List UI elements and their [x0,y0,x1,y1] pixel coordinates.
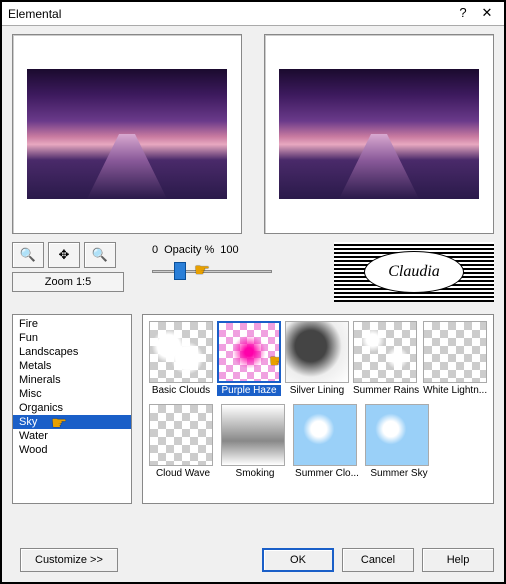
window-title: Elemental [8,7,450,21]
cancel-button[interactable]: Cancel [342,548,414,572]
ok-button[interactable]: OK [262,548,334,572]
opacity-controls: 0 Opacity % 100 ☛ [152,244,272,282]
thumbnail-swatch [353,321,417,383]
help-titlebar-button[interactable]: ? [452,5,474,23]
category-item-fun[interactable]: Fun [13,331,131,345]
thumbnail-summer-sky[interactable]: Summer Sky [365,404,433,479]
watermark-text: Claudia [364,251,464,293]
preview-row [12,34,494,234]
category-item-wood[interactable]: Wood [13,443,131,457]
thumbnail-swatch [285,321,349,383]
category-item-misc[interactable]: Misc [13,387,131,401]
thumbnail-summer-rains[interactable]: Summer Rains [353,321,419,396]
thumbnail-white-lightn-[interactable]: White Lightn... [423,321,487,396]
opacity-label: Opacity % [164,244,214,256]
thumbnail-swatch [293,404,357,466]
thumbnail-label: Silver Lining [285,385,349,396]
customize-button[interactable]: Customize >> [20,548,118,572]
zoom-level-label: Zoom 1:5 [12,272,124,292]
thumbnail-swatch [365,404,429,466]
controls-row: 🔍 ✥ 🔍 Zoom 1:5 0 Opacity % 100 ☛ [12,242,494,302]
thumbnail-silver-lining[interactable]: Silver Lining [285,321,349,396]
opacity-value: 100 [220,244,238,256]
thumbnail-basic-clouds[interactable]: Basic Clouds [149,321,213,396]
slider-track [152,270,272,273]
pan-button[interactable]: ✥ [48,242,80,268]
thumbnail-swatch [149,321,213,383]
zoom-out-icon: 🔍 [92,247,108,263]
picker-row: FireFunLandscapesMetalsMineralsMiscOrgan… [12,314,494,504]
watermark: Claudia [334,242,494,302]
thumbnail-label: Smoking [221,468,289,479]
thumbnail-swatch: ☛ [217,321,281,383]
dialog-window: Elemental ? ✕ 🔍 ✥ 🔍 Zoom 1:5 [0,0,506,584]
thumbnail-smoking[interactable]: Smoking [221,404,289,479]
move-icon: ✥ [59,247,70,263]
dialog-buttons: Customize >> OK Cancel Help [12,548,494,572]
zoom-controls: 🔍 ✥ 🔍 Zoom 1:5 [12,242,142,292]
thumbnail-label: White Lightn... [423,385,487,396]
preview-before-image [27,69,227,199]
thumbnail-label: Cloud Wave [149,468,217,479]
close-button[interactable]: ✕ [476,5,498,23]
thumbnail-cloud-wave[interactable]: Cloud Wave [149,404,217,479]
preview-before [12,34,242,234]
category-item-landscapes[interactable]: Landscapes [13,345,131,359]
pointer-hand-icon: ☛ [269,351,281,372]
slider-thumb[interactable] [174,262,186,280]
zoom-out-button[interactable]: 🔍 [84,242,116,268]
help-button[interactable]: Help [422,548,494,572]
thumbnail-grid[interactable]: Basic Clouds ☛ Purple Haze Silver Lining Sum… [142,314,494,504]
category-item-minerals[interactable]: Minerals [13,373,131,387]
thumbnail-purple-haze[interactable]: ☛ Purple Haze [217,321,281,396]
thumbnail-swatch [423,321,487,383]
category-list[interactable]: FireFunLandscapesMetalsMineralsMiscOrgan… [12,314,132,504]
thumbnail-label: Basic Clouds [149,385,213,396]
category-item-fire[interactable]: Fire [13,317,131,331]
category-item-organics[interactable]: Organics [13,401,131,415]
zoom-in-button[interactable]: 🔍 [12,242,44,268]
opacity-min: 0 [152,244,158,256]
thumbnail-swatch [149,404,213,466]
opacity-slider[interactable]: ☛ [152,260,272,282]
thumbnail-label: Summer Sky [365,468,433,479]
zoom-in-icon: 🔍 [20,247,36,263]
thumbnail-swatch [221,404,285,466]
category-item-water[interactable]: Water [13,429,131,443]
titlebar: Elemental ? ✕ [2,2,504,26]
dialog-content: 🔍 ✥ 🔍 Zoom 1:5 0 Opacity % 100 ☛ [2,26,504,512]
thumbnail-label: Purple Haze [217,385,281,396]
category-item-metals[interactable]: Metals [13,359,131,373]
pointer-hand-icon: ☛ [194,260,210,281]
preview-after-image [279,69,479,199]
thumbnail-label: Summer Clo... [293,468,361,479]
category-item-sky[interactable]: Sky☛ [13,415,131,429]
thumbnail-label: Summer Rains [353,385,419,396]
thumbnail-summer-clo-[interactable]: Summer Clo... [293,404,361,479]
preview-after [264,34,494,234]
